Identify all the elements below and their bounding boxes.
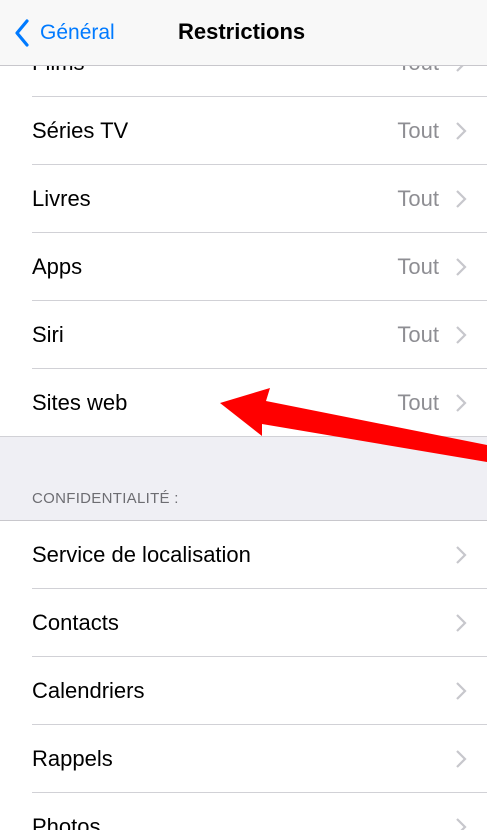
row-rappels[interactable]: Rappels <box>0 725 487 793</box>
chevron-left-icon <box>14 18 36 48</box>
row-sites-web[interactable]: Sites web Tout <box>0 369 487 437</box>
page-title: Restrictions <box>178 19 306 44</box>
row-value: Tout <box>397 390 439 415</box>
back-button-label: Général <box>40 21 115 44</box>
chevron-right-icon <box>456 258 467 276</box>
row-value: Tout <box>397 186 439 211</box>
chevron-right-icon <box>456 122 467 140</box>
row-siri[interactable]: Siri Tout <box>0 301 487 369</box>
chevron-right-icon <box>456 394 467 412</box>
row-service-localisation[interactable]: Service de localisation <box>0 521 487 589</box>
navigation-bar: Général Restrictions <box>0 0 487 66</box>
row-label: Photos <box>32 814 101 830</box>
chevron-right-icon <box>456 190 467 208</box>
row-label: Sites web <box>32 390 128 415</box>
row-apps[interactable]: Apps Tout <box>0 233 487 301</box>
row-series-tv[interactable]: Séries TV Tout <box>0 97 487 165</box>
row-livres[interactable]: Livres Tout <box>0 165 487 233</box>
row-value: Tout <box>397 118 439 143</box>
row-label: Service de localisation <box>32 542 251 567</box>
section-header-confidentialite: CONFIDENTIALITÉ : <box>32 490 179 507</box>
chevron-right-icon <box>456 750 467 768</box>
section-gap <box>0 437 487 521</box>
row-label: Rappels <box>32 746 113 771</box>
row-calendriers[interactable]: Calendriers <box>0 657 487 725</box>
row-label: Apps <box>32 254 83 279</box>
row-label: Siri <box>32 322 64 347</box>
chevron-right-icon <box>456 682 467 700</box>
chevron-right-icon <box>456 614 467 632</box>
row-value: Tout <box>397 322 439 347</box>
row-label: Séries TV <box>32 118 129 143</box>
row-contacts[interactable]: Contacts <box>0 589 487 657</box>
row-label: Calendriers <box>32 678 145 703</box>
chevron-right-icon <box>456 326 467 344</box>
row-photos[interactable]: Photos <box>0 793 487 830</box>
chevron-right-icon <box>456 818 467 830</box>
back-button[interactable]: Général <box>14 16 115 50</box>
row-label: Contacts <box>32 610 119 635</box>
row-value: Tout <box>397 254 439 279</box>
chevron-right-icon <box>456 546 467 564</box>
row-label: Livres <box>32 186 91 211</box>
